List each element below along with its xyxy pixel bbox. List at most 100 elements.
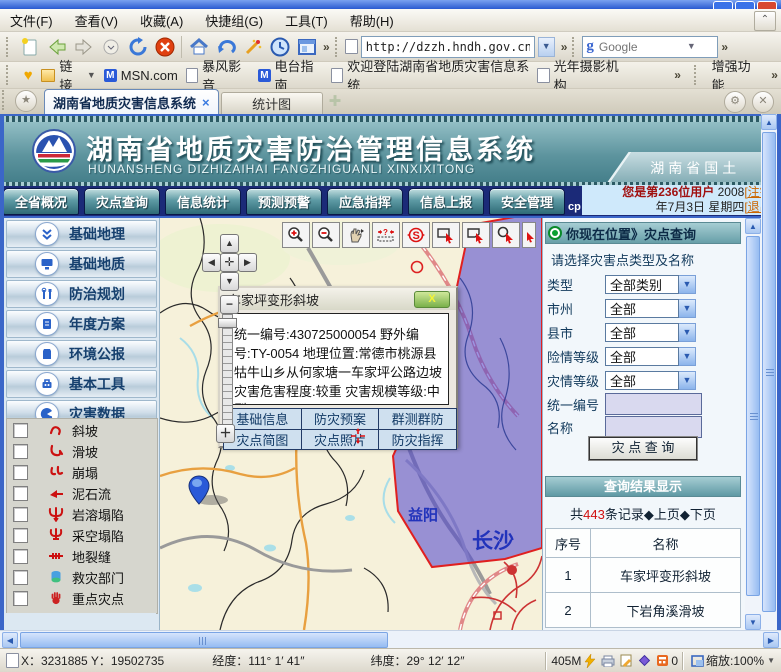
layer-checkbox[interactable] [13, 528, 28, 543]
sidebar-item-annual-plan[interactable]: 年度方案 [6, 310, 157, 338]
new-page-button[interactable] [16, 34, 43, 60]
linksbar-grip[interactable] [6, 65, 12, 85]
table-row[interactable]: 1 车家坪变形斜坡 [546, 558, 741, 593]
layer-checkbox[interactable] [13, 444, 28, 459]
sidebar-item-basic-geography[interactable]: 基础地理 [6, 220, 157, 248]
search-box[interactable]: g ▼ [582, 36, 718, 58]
popup-photo-button[interactable]: 灾点照片 [302, 430, 379, 450]
nav-disaster-query[interactable]: 灾点查询 [84, 188, 160, 215]
tab-close-icon[interactable]: × [202, 95, 210, 110]
popup-group-monitor-button[interactable]: 群测群防 [379, 409, 456, 429]
layer-checkbox[interactable] [13, 570, 28, 585]
uid-input[interactable] [605, 393, 702, 415]
popup-basic-info-button[interactable]: 基础信息 [224, 409, 301, 429]
favorites-star-icon[interactable]: ★ [15, 90, 37, 112]
zoom-out-tool[interactable] [312, 222, 340, 248]
scroll-right-icon[interactable]: ▶ [763, 632, 779, 648]
nav-report[interactable]: 信息上报 [408, 188, 484, 215]
tabbar-grip[interactable] [2, 90, 8, 110]
toolbar-grip[interactable] [6, 37, 12, 57]
layer-checkbox[interactable] [13, 486, 28, 501]
pan-center-button[interactable]: ✛ [220, 253, 239, 272]
plugins-grip[interactable] [694, 65, 700, 85]
select-point-tool[interactable] [522, 222, 536, 248]
new-tab-icon[interactable]: ✚ [329, 95, 347, 111]
layer-checkbox[interactable] [13, 423, 28, 438]
favorites-heart-icon[interactable]: ♥ [24, 67, 33, 84]
layer-row-key-disaster-point[interactable]: 重点灾点 [7, 588, 157, 608]
search-input[interactable] [597, 39, 681, 55]
layer-row-mining-collapse[interactable]: 采空塌陷 [7, 525, 157, 545]
horizontal-scrollbar[interactable]: ◀ ▶ [0, 630, 781, 648]
layer-checkbox[interactable] [13, 507, 28, 522]
collapse-menubar-icon[interactable]: ⌃ [754, 11, 776, 31]
select-rectangle-tool[interactable] [432, 222, 460, 248]
menu-tools[interactable]: 工具(T) [285, 11, 328, 30]
query-button[interactable]: 灾 点 查 询 [589, 437, 697, 460]
layer-row-rescue-dept[interactable]: 救灾部门 [7, 567, 157, 587]
stop-button[interactable] [151, 34, 178, 60]
sidebar-item-basic-geology[interactable]: 基础地质 [6, 250, 157, 278]
wrench-icon[interactable]: ⚙ [724, 91, 746, 113]
close-all-icon[interactable]: ✕ [752, 91, 774, 113]
zoom-slider-minus-button[interactable]: − [220, 295, 239, 314]
layer-row-landslide[interactable]: 滑坡 [7, 441, 157, 461]
map-view[interactable]: 益阳 长沙 ? S ▲ ◀ ✛ ▶ ▼ − [160, 218, 542, 630]
zoom-slider-plus-button[interactable]: ＋ [216, 424, 235, 443]
link-msn[interactable]: M MSN.com [104, 68, 178, 83]
layer-row-collapse[interactable]: 崩塌 [7, 462, 157, 482]
nav-forecast[interactable]: 预测预警 [246, 188, 322, 215]
pan-tool[interactable] [342, 222, 370, 248]
zoom-level[interactable]: 缩放:100% [706, 652, 764, 669]
nav-overview[interactable]: 全省概况 [3, 188, 79, 215]
window-titlebar[interactable] [0, 0, 781, 9]
layer-checkbox[interactable] [13, 591, 28, 606]
layer-row-slope[interactable]: 斜坡 [7, 420, 157, 440]
popup-prevention-plan-button[interactable]: 防灾预案 [302, 409, 379, 429]
select-arrow-icon[interactable]: ▼ [679, 299, 696, 318]
window-scroll-thumb[interactable] [762, 132, 776, 612]
addressbar-grip[interactable] [335, 37, 341, 57]
scroll-left-icon[interactable]: ◀ [2, 632, 18, 648]
scroll-down-icon[interactable]: ▼ [745, 614, 761, 630]
zoom-in-tool[interactable] [282, 222, 310, 248]
pan-up-button[interactable]: ▲ [220, 234, 239, 253]
county-select[interactable]: 全部 [605, 323, 679, 342]
city-select[interactable]: 全部 [605, 299, 679, 318]
prev-page-link[interactable]: ◆上页 [644, 507, 680, 522]
menu-view[interactable]: 查看(V) [75, 11, 118, 30]
toolbar-overflow-icon[interactable]: » [323, 40, 330, 54]
layer-row-ground-fissure[interactable]: 地裂缝 [7, 546, 157, 566]
address-bar[interactable] [361, 36, 535, 58]
select-circle-tool[interactable] [492, 222, 520, 248]
search-grip[interactable] [572, 37, 578, 57]
plugins-overflow-icon[interactable]: » [771, 68, 778, 82]
sidebar-item-basic-tools[interactable]: 基本工具 [6, 370, 157, 398]
pan-left-button[interactable]: ◀ [202, 253, 221, 272]
diamond-icon[interactable] [636, 653, 652, 669]
zoom-slider-track[interactable] [222, 314, 233, 426]
disaster-level-select[interactable]: 全部 [605, 371, 679, 390]
sidebar-item-environment-report[interactable]: 环境公报 [6, 340, 157, 368]
scroll-up-icon[interactable]: ▲ [745, 218, 761, 234]
select-arrow-icon[interactable]: ▼ [679, 347, 696, 366]
menu-groups[interactable]: 快捷组(G) [205, 11, 263, 30]
history-dropdown-button[interactable] [97, 34, 124, 60]
layer-row-debris-flow[interactable]: 泥石流 [7, 483, 157, 503]
address-input[interactable] [364, 39, 532, 55]
select-arrow-icon[interactable]: ▼ [679, 275, 696, 294]
address-overflow-icon[interactable]: » [561, 40, 568, 54]
printer-icon[interactable] [600, 653, 616, 669]
select-arrow-icon[interactable]: ▼ [679, 323, 696, 342]
popup-sketch-button[interactable]: 灾点简图 [224, 430, 301, 450]
full-extent-tool[interactable]: S [402, 222, 430, 248]
menu-favorites[interactable]: 收藏(A) [140, 11, 183, 30]
nav-security[interactable]: 安全管理 [489, 188, 565, 215]
tab-chart[interactable]: 统计图 [221, 92, 323, 114]
popup-close-button[interactable]: X [414, 291, 450, 308]
note-icon[interactable] [618, 653, 634, 669]
links-overflow-icon[interactable]: » [674, 68, 681, 82]
menu-help[interactable]: 帮助(H) [350, 11, 394, 30]
nav-emergency[interactable]: 应急指挥 [327, 188, 403, 215]
pan-right-button[interactable]: ▶ [238, 253, 257, 272]
